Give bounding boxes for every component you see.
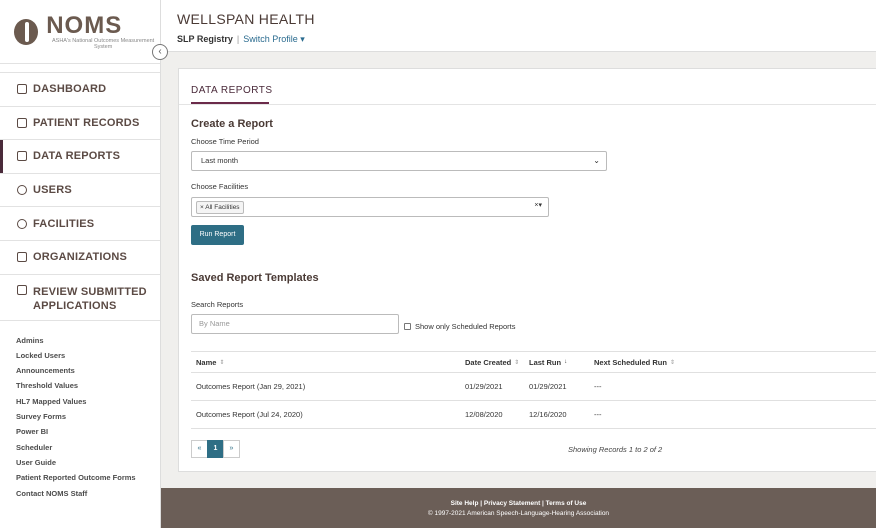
- org-name: WELLSPAN HEALTH: [177, 11, 315, 27]
- sidebar-item-users[interactable]: USERS: [0, 172, 160, 207]
- link-patient-reported-outcome-forms[interactable]: Patient Reported Outcome Forms: [16, 470, 160, 485]
- time-period-label: Choose Time Period: [191, 137, 259, 146]
- sidebar-item-facilities[interactable]: FACILITIES: [0, 206, 160, 240]
- column-last-run[interactable]: Last Run ↓: [529, 352, 567, 372]
- sidebar-links: Admins Locked Users Announcements Thresh…: [0, 321, 160, 501]
- grid-icon: [17, 84, 27, 95]
- link-admins[interactable]: Admins: [16, 333, 160, 348]
- collapse-sidebar-button[interactable]: ‹: [152, 44, 168, 60]
- footer-links[interactable]: Site Help | Privacy Statement | Terms of…: [161, 500, 876, 507]
- run-report-button[interactable]: Run Report: [191, 225, 244, 245]
- pagination: « 1 »: [191, 440, 240, 458]
- column-name[interactable]: Name ⇕: [196, 352, 224, 372]
- facilities-multiselect[interactable]: × All Facilities ×▾: [191, 197, 549, 217]
- next-page-button[interactable]: »: [223, 440, 240, 458]
- link-contact-noms-staff[interactable]: Contact NOMS Staff: [16, 486, 160, 501]
- chevron-down-icon: ⌄: [593, 156, 600, 165]
- sidebar-item-data-reports[interactable]: DATA REPORTS: [0, 139, 160, 173]
- list-icon: [17, 284, 27, 295]
- column-date-created[interactable]: Date Created ⇕: [465, 352, 519, 372]
- bar-chart-icon: [17, 151, 27, 162]
- table-header-row: Name ⇕ Date Created ⇕ Last Run ↓ Next Sched…: [191, 351, 876, 373]
- link-locked-users[interactable]: Locked Users: [16, 348, 160, 363]
- sort-icon: ⇕: [669, 359, 675, 366]
- sidebar-item-dashboard[interactable]: DASHBOARD: [0, 72, 160, 106]
- sidebar-nav: DASHBOARD PATIENT RECORDS DATA REPORTS U…: [0, 72, 160, 321]
- footer: Site Help | Privacy Statement | Terms of…: [161, 488, 876, 528]
- saved-reports-table: Name ⇕ Date Created ⇕ Last Run ↓ Next Sched…: [191, 351, 876, 429]
- table-row[interactable]: Outcomes Report (Jul 24, 2020) 12/08/202…: [191, 401, 876, 429]
- prev-page-button[interactable]: «: [191, 440, 208, 458]
- search-reports-input[interactable]: By Name: [191, 314, 399, 334]
- facility-chip[interactable]: × All Facilities: [196, 201, 244, 214]
- column-next-scheduled-run[interactable]: Next Scheduled Run ⇕: [594, 352, 675, 372]
- link-survey-forms[interactable]: Survey Forms: [16, 409, 160, 424]
- caret-down-icon: ▾: [300, 34, 305, 44]
- sidebar: NOMS ASHA's National Outcomes Measuremen…: [0, 0, 161, 528]
- sidebar-item-patient-records[interactable]: PATIENT RECORDS: [0, 105, 160, 140]
- clear-and-dropdown-icon[interactable]: ×▾: [534, 201, 542, 209]
- sort-icon: ⇕: [219, 359, 225, 366]
- scheduled-only-checkbox[interactable]: [404, 323, 411, 330]
- noms-logo[interactable]: NOMS ASHA's National Outcomes Measuremen…: [0, 0, 160, 64]
- sort-desc-icon: ↓: [564, 359, 568, 365]
- saved-templates-heading: Saved Report Templates: [191, 272, 319, 284]
- table-row[interactable]: Outcomes Report (Jan 29, 2021) 01/29/202…: [191, 373, 876, 401]
- registry-name: SLP Registry: [177, 34, 233, 44]
- facilities-label: Choose Facilities: [191, 182, 249, 191]
- header: WELLSPAN HEALTH SLP Registry | Switch Prof…: [161, 0, 876, 52]
- users-icon: [17, 185, 27, 196]
- chevron-left-icon: ‹: [158, 46, 162, 57]
- page-title: DATA REPORTS: [191, 85, 273, 96]
- link-scheduler[interactable]: Scheduler: [16, 440, 160, 455]
- scheduled-only-label: Show only Scheduled Reports: [415, 322, 516, 331]
- logo-title: NOMS: [46, 11, 123, 39]
- footer-copyright: © 1997-2021 American Speech-Language-Hea…: [427, 510, 610, 517]
- link-power-bi[interactable]: Power BI: [16, 424, 160, 439]
- page-1-button[interactable]: 1: [207, 440, 224, 458]
- sort-icon: ⇕: [514, 359, 520, 366]
- link-user-guide[interactable]: User Guide: [16, 455, 160, 470]
- link-announcements[interactable]: Announcements: [16, 363, 160, 378]
- logo-subtitle: ASHA's National Outcomes Measurement Sys…: [51, 37, 155, 50]
- time-period-select[interactable]: Last month ⌄: [191, 151, 607, 171]
- link-threshold-values[interactable]: Threshold Values: [16, 378, 160, 393]
- link-hl7-mapped-values[interactable]: HL7 Mapped Values: [16, 394, 160, 409]
- map-pin-icon: [17, 218, 27, 229]
- building-icon: [17, 252, 27, 263]
- create-report-heading: Create a Report: [191, 118, 273, 130]
- noms-logo-mark-icon: [14, 18, 39, 45]
- search-reports-label: Search Reports: [191, 300, 244, 309]
- id-card-icon: [17, 117, 27, 128]
- sidebar-item-organizations[interactable]: ORGANIZATIONS: [0, 239, 160, 274]
- sidebar-item-review-applications[interactable]: REVIEW SUBMITTED APPLICATIONS: [0, 273, 160, 320]
- switch-profile-dropdown[interactable]: Switch Profile ▾: [243, 34, 305, 44]
- records-count: Showing Records 1 to 2 of 2: [568, 445, 663, 454]
- data-reports-card: DATA REPORTS Create a Report Choose Time…: [178, 68, 876, 472]
